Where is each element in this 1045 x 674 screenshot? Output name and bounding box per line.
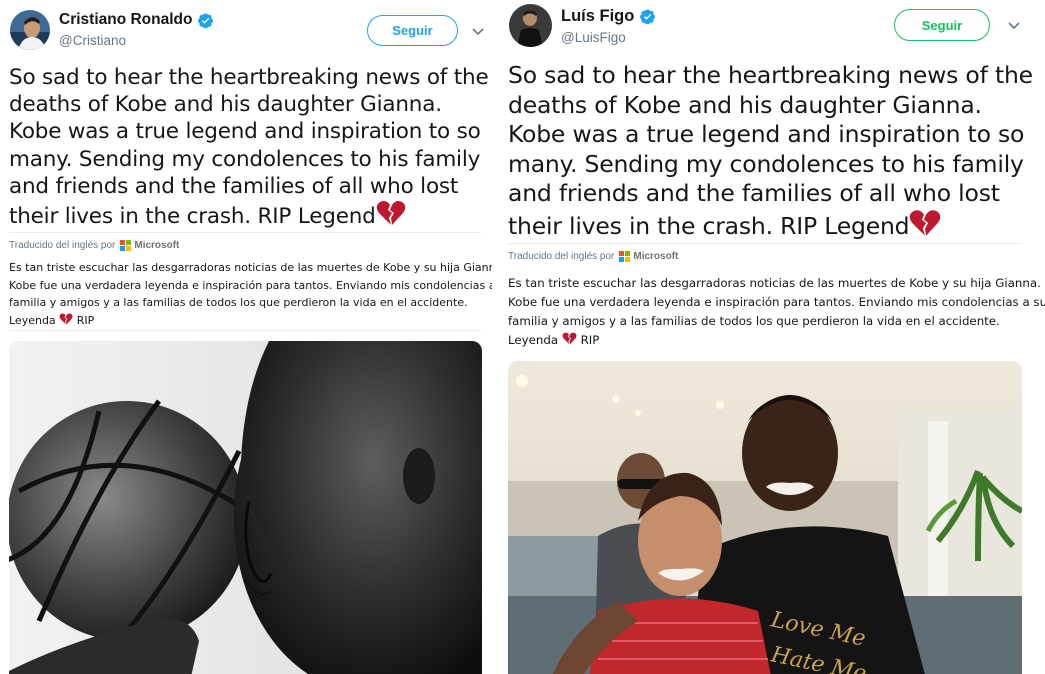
user-handle[interactable]: @Cristiano [59,33,126,48]
broken-heart-icon [909,209,941,245]
translation-line-last: Leyenda RIP [508,331,1045,350]
translation-line: Es tan triste escuchar las desgarradoras… [9,261,492,274]
tweet-text-line: deaths of Kobe and his daughter Gianna. [9,92,442,118]
translation-word: RIP [76,313,95,327]
tweet-text-line: their lives in the crash. RIP Legend [9,204,376,230]
avatar[interactable] [509,4,552,47]
verified-badge-icon [197,12,214,29]
translation-word: Leyenda [508,333,559,347]
chevron-down-icon[interactable] [1007,21,1021,31]
translator-name: Microsoft [633,251,679,262]
separator [9,330,481,331]
display-name[interactable]: Cristiano Ronaldo [59,11,192,29]
translated-by-label: Traducido del inglés por [9,240,116,251]
tweet-photo[interactable] [9,341,482,674]
tweet-text-line-last: their lives in the crash. RIP Legend [508,209,1033,245]
tweet-card-cristiano: Cristiano Ronaldo @Cristiano Seguir So s… [0,0,492,674]
tweet-photo[interactable]: Love Me Hate Me [508,361,1022,674]
avatar[interactable] [10,10,50,50]
follow-button[interactable]: Seguir [367,15,458,46]
user-handle[interactable]: @LuisFigo [561,30,626,45]
tweet-text-line-last: their lives in the crash. RIP Legend [9,200,489,233]
tweet-text-line: and friends and the families of all who … [9,173,459,199]
tweet-text: So sad to hear the heartbreaking news of… [9,64,489,233]
separator [9,232,481,233]
translation-word: Leyenda [9,313,56,327]
heart-icon [59,312,73,327]
translation-attribution: Traducido del inglés por Microsoft [9,240,179,251]
translation-line: familia y amigos y a las familias de tod… [9,296,468,309]
translator-name: Microsoft [134,240,180,251]
display-name[interactable]: Luís Figo [561,7,634,26]
microsoft-logo-icon [120,240,132,251]
tweet-text-line: many. Sending my condolences to his fami… [508,149,1024,178]
verified-badge-icon [639,8,656,25]
tweet-text-line: Kobe was a true legend and inspiration t… [508,120,1025,148]
translation-line: Kobe fue una verdadera leyenda e inspira… [9,278,492,292]
microsoft-logo-icon [619,251,631,262]
translation-text: Es tan triste escuchar las desgarradoras… [9,259,492,329]
tweet-text-line: their lives in the crash. RIP Legend [508,211,910,240]
tweet-card-figo: Luís Figo @LuisFigo Seguir So sad to hea… [497,0,1045,674]
translation-word: RIP [580,333,600,347]
tweet-text-line: Kobe was a true legend and inspiration t… [9,119,481,145]
translation-line: Kobe fue una verdadera leyenda e inspira… [508,295,1045,309]
tweet-text: So sad to hear the heartbreaking news of… [508,61,1033,244]
chevron-down-icon[interactable] [471,27,485,37]
separator [508,243,1022,244]
translated-by-label: Traducido del inglés por [508,251,615,262]
broken-heart-icon [376,200,406,233]
tweet-text-line: many. Sending my condolences to his fami… [9,146,481,172]
tweet-text-line: and friends and the families of all who … [508,179,1000,207]
translation-line-last: Leyenda RIP [9,312,492,330]
heart-icon [562,332,577,347]
tweet-text-line: deaths of Kobe and his daughter Gianna. [508,90,982,119]
translation-text: Es tan triste escuchar las desgarradoras… [508,274,1045,350]
translation-attribution: Traducido del inglés por Microsoft [508,251,678,262]
tweet-text-line: So sad to hear the heartbreaking news of… [9,65,489,90]
translation-line: Es tan triste escuchar las desgarradoras… [508,276,1041,290]
tweet-text-line: So sad to hear the heartbreaking news of… [508,61,1033,89]
follow-button[interactable]: Seguir [894,9,990,41]
translation-line: familia y amigos y a las familias de tod… [508,314,1000,328]
